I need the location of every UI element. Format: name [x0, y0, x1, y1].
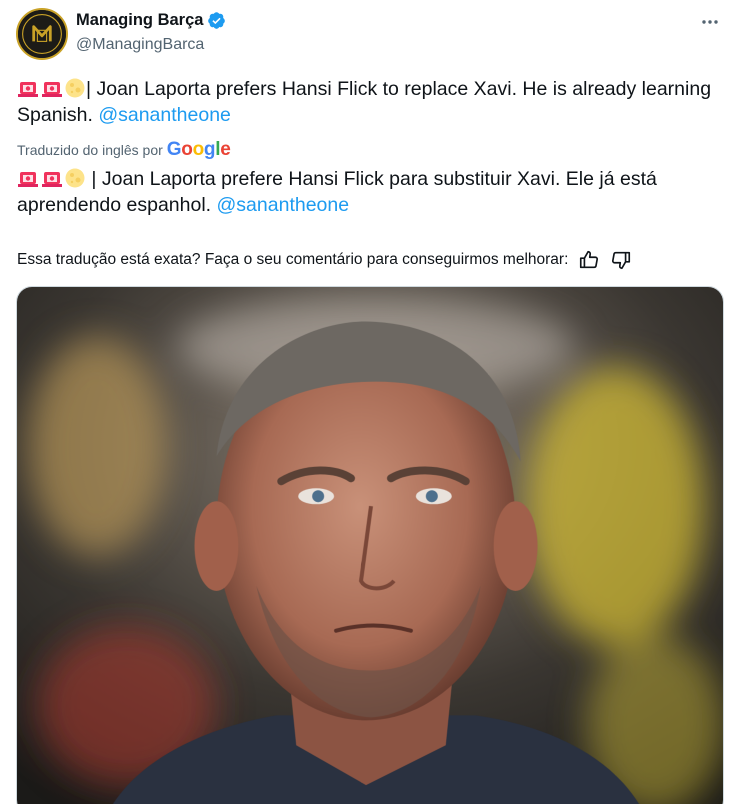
siren-emoji-icon: [42, 172, 62, 187]
club-logo-icon: [18, 10, 66, 58]
full-moon-emoji-icon: [65, 78, 85, 98]
portrait-photo: [17, 287, 723, 804]
full-moon-emoji-icon: [65, 168, 85, 188]
mention-link[interactable]: @sanantheone: [217, 194, 350, 216]
thumbs-down-icon[interactable]: [610, 249, 632, 271]
siren-emoji-icon: [18, 82, 38, 97]
display-name[interactable]: Managing Barça: [76, 11, 203, 30]
feedback-prompt: Essa tradução está exata? Faça o seu com…: [17, 251, 569, 268]
avatar[interactable]: [16, 8, 68, 60]
mention-link[interactable]: @sanantheone: [98, 104, 231, 126]
translated-by-label: Traduzido do inglês por: [17, 142, 163, 158]
more-options-icon[interactable]: [696, 10, 724, 34]
tweet-original-text: | Joan Laporta prefers Hansi Flick to re…: [17, 76, 717, 128]
verified-badge-icon: [208, 11, 226, 29]
tweet-photo[interactable]: [16, 286, 724, 804]
tweet-header: Managing Barça @ManagingBarca: [16, 8, 724, 60]
siren-emoji-icon: [18, 172, 38, 187]
translation-attribution: Traduzido do inglês por Google: [17, 139, 231, 161]
google-logo[interactable]: Google: [167, 139, 231, 161]
translation-feedback: Essa tradução está exata? Faça o seu com…: [17, 249, 632, 271]
user-handle[interactable]: @ManagingBarca: [76, 36, 226, 54]
siren-emoji-icon: [42, 82, 62, 97]
thumbs-up-icon[interactable]: [578, 249, 600, 271]
tweet-translated-text: | Joan Laporta prefere Hansi Flick para …: [17, 166, 717, 218]
